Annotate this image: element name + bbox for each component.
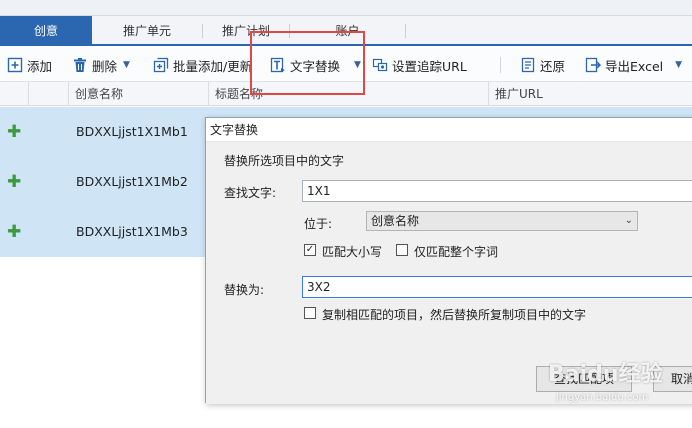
restore-label: 还原 — [540, 58, 566, 74]
plus-icon[interactable]: ✚ — [7, 224, 21, 241]
dialog-title: 文字替换 — [206, 118, 692, 142]
chevron-down-icon[interactable]: ▼ — [123, 60, 130, 70]
toolbar-separator — [500, 57, 501, 73]
trash-icon — [72, 57, 88, 73]
delete-button[interactable]: 删除 ▼ — [72, 48, 130, 82]
watermark-line-1: Baidu经验 — [548, 362, 663, 387]
replace-label: 替换为: — [224, 283, 265, 297]
chevron-down-icon: ⌄ — [624, 215, 633, 226]
link-settings-icon — [372, 57, 388, 73]
whole-word-label: 仅匹配整个字词 — [414, 245, 499, 259]
plus-icon[interactable]: ✚ — [7, 124, 21, 141]
window-top-strip — [0, 0, 692, 16]
export-label: 导出Excel — [605, 58, 664, 74]
tab-ad-unit[interactable]: 推广单元 — [92, 16, 202, 46]
column-header-url[interactable]: 推广URL — [488, 82, 692, 106]
delete-label: 删除 — [92, 58, 118, 74]
batch-add-icon — [153, 57, 169, 73]
highlight-box — [250, 31, 365, 95]
whole-word-checkbox[interactable] — [396, 244, 408, 256]
batch-add-button[interactable]: 批量添加/更新 — [153, 48, 252, 82]
chevron-down-icon[interactable]: ▼ — [675, 60, 682, 70]
restore-button[interactable]: 还原 — [520, 48, 565, 82]
match-case-label: 匹配大小写 — [322, 245, 383, 259]
dialog-heading: 替换所选项目中的文字 — [224, 154, 345, 168]
document-restore-icon — [520, 57, 536, 73]
plus-square-icon — [7, 57, 23, 73]
batch-add-label: 批量添加/更新 — [173, 58, 253, 74]
export-button[interactable]: 导出Excel ▼ — [585, 48, 682, 82]
column-header-creative-name[interactable]: 创意名称 — [68, 82, 208, 106]
creative-name-cell: BDXXLjjst1X1Mb3 — [76, 224, 188, 239]
location-select[interactable]: 创意名称 ⌄ — [366, 211, 638, 231]
copy-replace-checkbox[interactable] — [304, 307, 316, 319]
tab-separator — [405, 24, 406, 38]
match-case-checkbox[interactable]: ✓ — [304, 244, 316, 256]
creative-name-cell: BDXXLjjst1X1Mb2 — [76, 174, 188, 189]
copy-replace-label: 复制相匹配的项目，然后替换所复制项目中的文字 — [322, 308, 587, 322]
tab-creative[interactable]: 创意 — [0, 16, 92, 46]
find-input[interactable]: 1X1 — [302, 180, 692, 202]
creative-name-cell: BDXXLjjst1X1Mb1 — [76, 124, 188, 139]
export-icon — [585, 57, 601, 73]
watermark-logo: Baidu经验 jingyan.baidu.com — [548, 354, 688, 414]
plus-icon[interactable]: ✚ — [7, 174, 21, 191]
location-label: 位于: — [304, 217, 333, 231]
location-selected-value: 创意名称 — [371, 214, 420, 228]
add-label: 添加 — [27, 58, 53, 74]
tracking-url-label: 设置追踪URL — [392, 58, 467, 74]
add-button[interactable]: 添加 — [7, 48, 52, 82]
tracking-url-button[interactable]: 设置追踪URL — [372, 48, 467, 82]
find-label: 查找文字: — [224, 186, 277, 200]
replace-input[interactable]: 3X2 — [302, 276, 692, 298]
grid-header-blank — [28, 82, 68, 106]
watermark-line-2: jingyan.baidu.com — [556, 392, 649, 403]
